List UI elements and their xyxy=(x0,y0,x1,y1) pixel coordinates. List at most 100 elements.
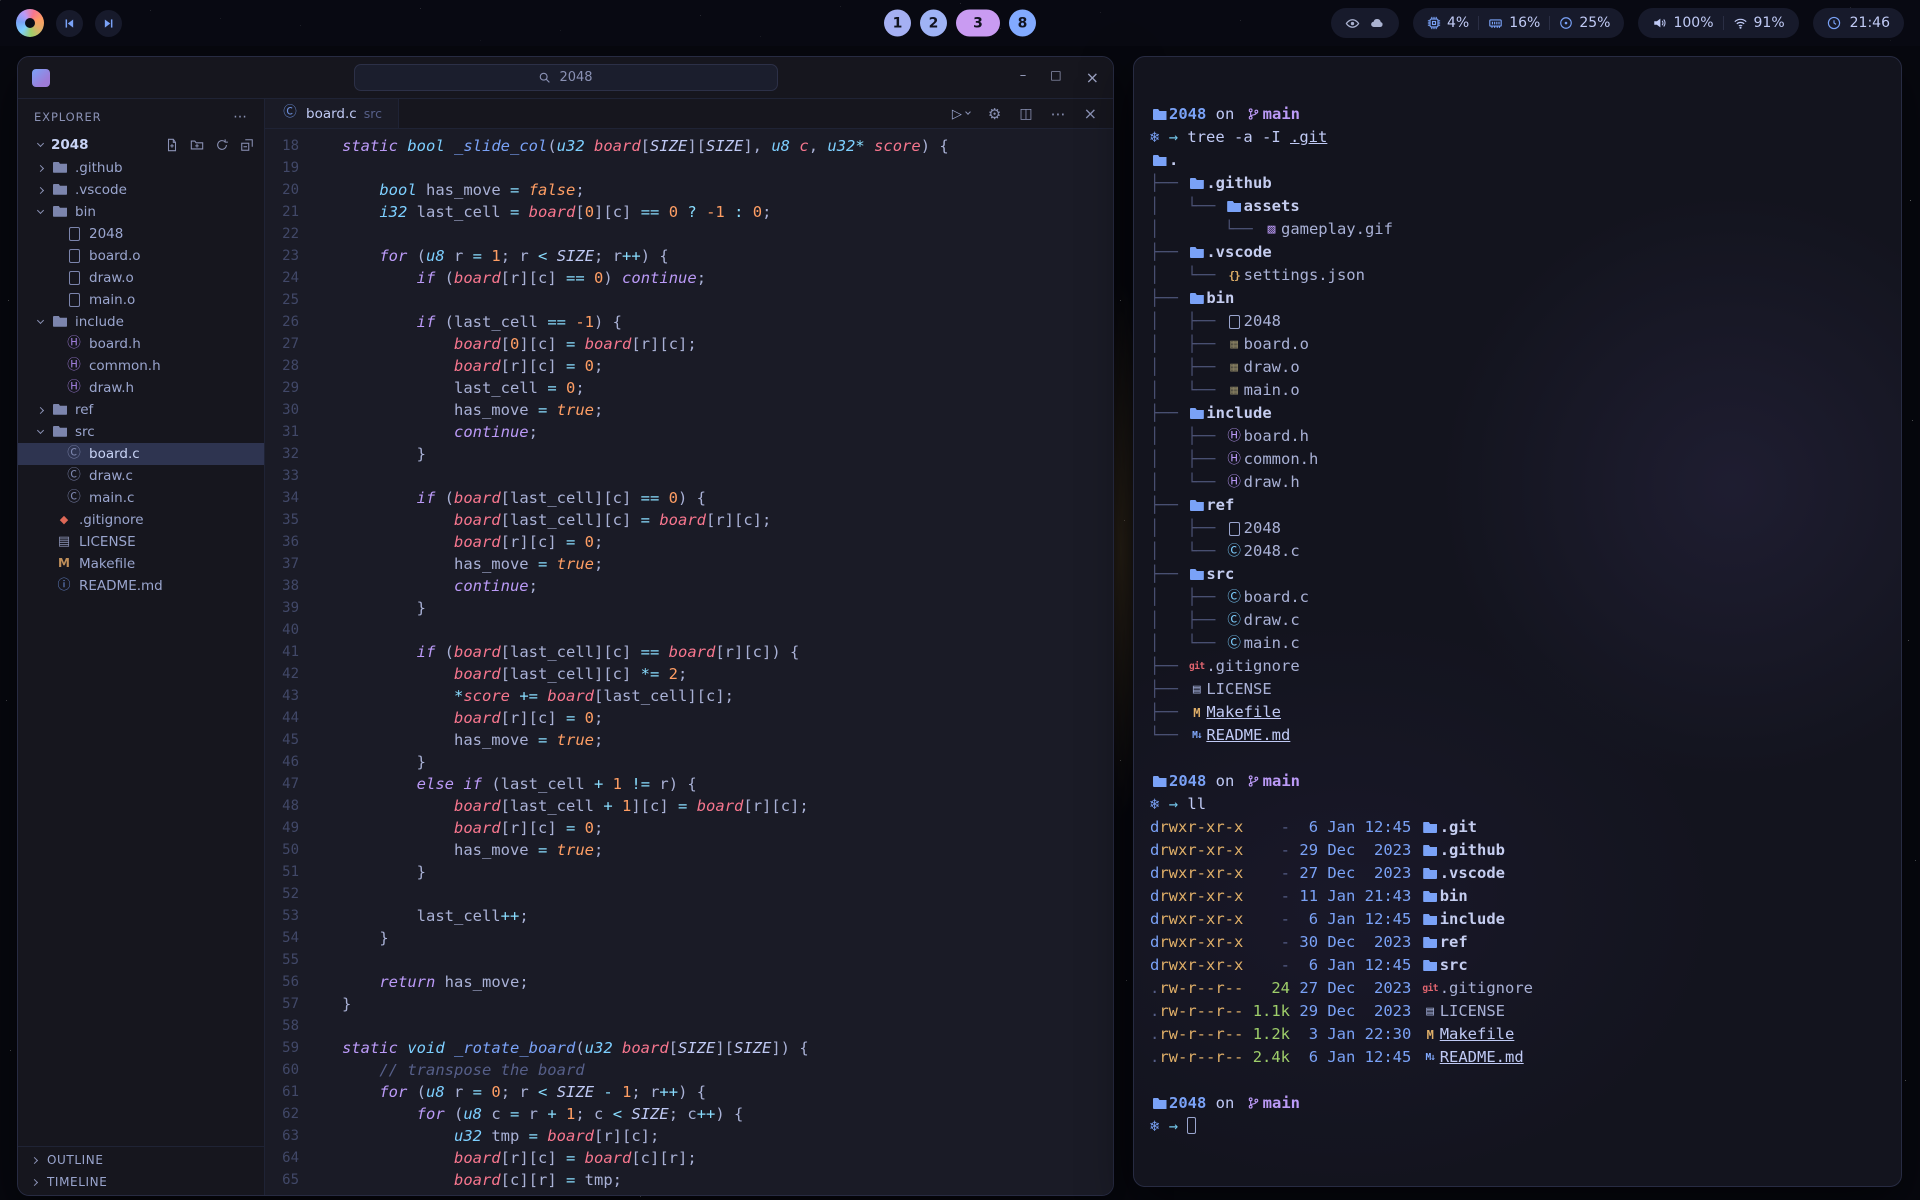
explorer-item-Makefile[interactable]: Makefile xyxy=(18,553,264,575)
explorer-item-LICENSE[interactable]: LICENSE xyxy=(18,531,264,553)
run-code-button[interactable] xyxy=(952,106,970,122)
code-line[interactable]: 54 } xyxy=(265,927,1113,949)
code-line[interactable]: 48 board[last_cell + 1][c] = board[r][c]… xyxy=(265,795,1113,817)
explorer-item-.vscode[interactable]: .vscode xyxy=(18,179,264,201)
code-line[interactable]: 52 xyxy=(265,883,1113,905)
refresh-icon[interactable] xyxy=(215,138,229,152)
code-line[interactable]: 26 if (last_cell == -1) { xyxy=(265,311,1113,333)
more-actions-icon[interactable] xyxy=(1051,105,1066,123)
code-line[interactable]: 31 continue; xyxy=(265,421,1113,443)
code-line[interactable]: 53 last_cell++; xyxy=(265,905,1113,927)
explorer-more-actions-icon[interactable] xyxy=(233,109,248,125)
tab-board-c[interactable]: board.c src xyxy=(265,99,399,128)
code-line[interactable]: 19 xyxy=(265,157,1113,179)
code-line[interactable]: 34 if (board[last_cell][c] == 0) { xyxy=(265,487,1113,509)
code-line[interactable]: 41 if (board[last_cell][c] == board[r][c… xyxy=(265,641,1113,663)
code-line[interactable]: 42 board[last_cell][c] *= 2; xyxy=(265,663,1113,685)
workspace-2[interactable]: 2 xyxy=(920,10,947,37)
outline-panel-header[interactable]: OUTLINE xyxy=(18,1149,264,1171)
code-line[interactable]: 60 // transpose the board xyxy=(265,1059,1113,1081)
minimize-button[interactable] xyxy=(1020,68,1027,87)
explorer-item-draw.h[interactable]: draw.h xyxy=(18,377,264,399)
clock-widget[interactable]: 21:46 xyxy=(1813,8,1904,38)
explorer-item-draw.o[interactable]: draw.o xyxy=(18,267,264,289)
audio-network-widget[interactable]: 100% 91% xyxy=(1638,8,1798,38)
workspace-8[interactable]: 8 xyxy=(1009,10,1036,37)
code-line[interactable]: 29 last_cell = 0; xyxy=(265,377,1113,399)
explorer-item-board.o[interactable]: board.o xyxy=(18,245,264,267)
code-line[interactable]: 21 i32 last_cell = board[0][c] == 0 ? -1… xyxy=(265,201,1113,223)
system-stats-widget[interactable]: 4% 16% 25% xyxy=(1413,8,1624,38)
media-next-button[interactable] xyxy=(95,10,122,37)
workspace-1[interactable]: 1 xyxy=(884,10,911,37)
code-line[interactable]: 33 xyxy=(265,465,1113,487)
new-file-icon[interactable] xyxy=(165,138,179,152)
explorer-item-draw.c[interactable]: draw.c xyxy=(18,465,264,487)
media-prev-button[interactable] xyxy=(56,10,83,37)
close-window-button[interactable] xyxy=(1086,68,1099,87)
code-line[interactable]: 65 board[c][r] = tmp; xyxy=(265,1169,1113,1191)
explorer-item-common.h[interactable]: common.h xyxy=(18,355,264,377)
explorer-item-2048[interactable]: 2048 xyxy=(18,223,264,245)
explorer-root-folder[interactable]: 2048 xyxy=(18,133,264,157)
explorer-item-board.h[interactable]: board.h xyxy=(18,333,264,355)
code-line[interactable]: 28 board[r][c] = 0; xyxy=(265,355,1113,377)
split-editor-icon[interactable] xyxy=(1019,106,1032,122)
explorer-item-src[interactable]: src xyxy=(18,421,264,443)
code-line[interactable]: 27 board[0][c] = board[r][c]; xyxy=(265,333,1113,355)
code-line[interactable]: 49 board[r][c] = 0; xyxy=(265,817,1113,839)
collapse-all-icon[interactable] xyxy=(240,138,254,152)
terminal-output[interactable]: 2048 on main❄ → tree -a -I .git.├── .git… xyxy=(1134,57,1901,1186)
code-line[interactable]: 20 bool has_move = false; xyxy=(265,179,1113,201)
workspace-3-active[interactable]: 3 xyxy=(956,10,1000,37)
code-line[interactable]: 25 xyxy=(265,289,1113,311)
code-line[interactable]: 39 } xyxy=(265,597,1113,619)
code-line[interactable]: 35 board[last_cell][c] = board[r][c]; xyxy=(265,509,1113,531)
code-line[interactable]: 36 board[r][c] = 0; xyxy=(265,531,1113,553)
code-line[interactable]: 30 has_move = true; xyxy=(265,399,1113,421)
explorer-item-main.c[interactable]: main.c xyxy=(18,487,264,509)
code-line[interactable]: 47 else if (last_cell + 1 != r) { xyxy=(265,773,1113,795)
code-line[interactable]: 40 xyxy=(265,619,1113,641)
code-line[interactable]: 50 has_move = true; xyxy=(265,839,1113,861)
code-line[interactable]: 62 for (u8 c = r + 1; c < SIZE; c++) { xyxy=(265,1103,1113,1125)
code-line[interactable]: 32 } xyxy=(265,443,1113,465)
code-line[interactable]: 43 *score += board[last_cell][c]; xyxy=(265,685,1113,707)
maximize-button[interactable] xyxy=(1050,68,1061,87)
explorer-item-board.c[interactable]: board.c xyxy=(18,443,264,465)
code-line[interactable]: 63 u32 tmp = board[r][c]; xyxy=(265,1125,1113,1147)
code-line[interactable]: 22 xyxy=(265,223,1113,245)
explorer-item-bin[interactable]: bin xyxy=(18,201,264,223)
code-line[interactable]: 61 for (u8 r = 0; r < SIZE - 1; r++) { xyxy=(265,1081,1113,1103)
explorer-item-README.md[interactable]: README.md xyxy=(18,575,264,597)
code-line[interactable]: 55 xyxy=(265,949,1113,971)
explorer-item-include[interactable]: include xyxy=(18,311,264,333)
timeline-panel-header[interactable]: TIMELINE xyxy=(18,1171,264,1193)
code-line[interactable]: 44 board[r][c] = 0; xyxy=(265,707,1113,729)
code-line[interactable]: 18static bool _slide_col(u32 board[SIZE]… xyxy=(265,135,1113,157)
close-editor-icon[interactable] xyxy=(1084,104,1097,123)
code-line[interactable]: 64 board[r][c] = board[c][r]; xyxy=(265,1147,1113,1169)
new-folder-icon[interactable] xyxy=(190,138,204,152)
code-line[interactable]: 37 has_move = true; xyxy=(265,553,1113,575)
explorer-item-main.o[interactable]: main.o xyxy=(18,289,264,311)
explorer-item-.github[interactable]: .github xyxy=(18,157,264,179)
explorer-item-ref[interactable]: ref xyxy=(18,399,264,421)
weather-widget[interactable] xyxy=(1331,8,1399,38)
command-search-input[interactable]: 2048 xyxy=(354,64,778,91)
code-line[interactable]: 38 continue; xyxy=(265,575,1113,597)
launcher-icon[interactable] xyxy=(16,9,44,37)
code-line[interactable]: 46 } xyxy=(265,751,1113,773)
code-line[interactable]: 59static void _rotate_board(u32 board[SI… xyxy=(265,1037,1113,1059)
code-line[interactable]: 45 has_move = true; xyxy=(265,729,1113,751)
code-line[interactable]: 51 } xyxy=(265,861,1113,883)
code-line[interactable]: 56 return has_move; xyxy=(265,971,1113,993)
settings-gear-icon[interactable] xyxy=(988,105,1001,123)
code-lines[interactable]: 18static bool _slide_col(u32 board[SIZE]… xyxy=(265,129,1113,1195)
code-line[interactable]: 23 for (u8 r = 1; r < SIZE; r++) { xyxy=(265,245,1113,267)
code-line[interactable]: 24 if (board[r][c] == 0) continue; xyxy=(265,267,1113,289)
explorer-item-.gitignore[interactable]: .gitignore xyxy=(18,509,264,531)
code-line[interactable]: 57} xyxy=(265,993,1113,1015)
code-line[interactable]: 58 xyxy=(265,1015,1113,1037)
terminal-cursor[interactable] xyxy=(1187,1117,1196,1134)
